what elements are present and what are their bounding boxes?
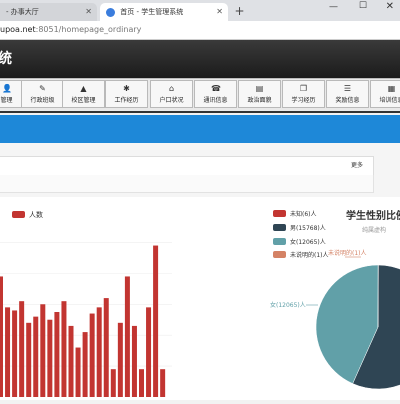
bar[interactable] xyxy=(104,298,109,397)
bar-series xyxy=(0,246,165,397)
nav-label: 学习经历 xyxy=(283,95,324,104)
bar[interactable] xyxy=(111,369,116,397)
notice-panel-header: 更多 xyxy=(0,156,374,176)
nav-item-political[interactable]: ▤ 政治面貌 xyxy=(238,80,281,108)
nav-item-work-history[interactable]: ✱ 工作经历 xyxy=(105,80,148,108)
bar[interactable] xyxy=(12,310,17,397)
chart-panel: 人数 未知(6)人 男(15768)人 女(12065)人 未说明的(1)人 学… xyxy=(0,197,400,400)
address-bar[interactable]: upoa.net:8051/homepage_ordinary xyxy=(0,21,400,40)
nav-item-household[interactable]: ⌂ 户口状况 xyxy=(150,80,193,108)
url-host: upoa.net xyxy=(0,25,36,34)
bar[interactable] xyxy=(97,307,102,397)
building-icon: ▲ xyxy=(79,84,88,93)
nav-label: 行政班级 xyxy=(22,95,63,104)
charts-svg: 人数 未知(6)人 男(15768)人 女(12065)人 未说明的(1)人 学… xyxy=(0,197,400,400)
edit-icon: ✎ xyxy=(38,84,47,93)
pie-legend-label: 男(15768)人 xyxy=(290,225,326,232)
training-icon: ▦ xyxy=(387,84,396,93)
nav-item-admin-class[interactable]: ✎ 行政班级 xyxy=(21,80,64,108)
user-icon: 👤 xyxy=(2,84,11,93)
bar[interactable] xyxy=(139,369,144,397)
pie-subtitle: 纯属虚构 xyxy=(362,226,386,234)
bar[interactable] xyxy=(61,301,66,397)
app-header xyxy=(0,40,400,78)
pie-slice-label-female: 女(12065)人 xyxy=(270,301,306,309)
document-icon: ▤ xyxy=(255,84,264,93)
nav-label: 工作经历 xyxy=(106,95,147,104)
nav-item-training[interactable]: ▦ 培训信息 xyxy=(370,80,400,108)
bar[interactable] xyxy=(19,301,24,397)
bar[interactable] xyxy=(153,246,158,397)
bar[interactable] xyxy=(54,312,59,397)
pie-legend-swatch-female[interactable] xyxy=(273,238,286,245)
bar[interactable] xyxy=(118,323,123,397)
app-logo-text: 统 xyxy=(0,48,12,68)
notice-panel-body xyxy=(0,175,374,193)
nav-label: 政治面貌 xyxy=(239,95,280,104)
tab-label: 首页 - 学生管理系统 xyxy=(120,8,183,16)
bar[interactable] xyxy=(33,317,38,397)
pie-legend-label: 女(12065)人 xyxy=(290,238,326,246)
bar[interactable] xyxy=(40,304,45,397)
page-favicon-icon xyxy=(106,8,115,17)
url-path: :8051/homepage_ordinary xyxy=(36,25,142,34)
pie-legend-swatch-male[interactable] xyxy=(273,224,286,231)
page-banner xyxy=(0,115,400,143)
nav-item-study-history[interactable]: ❐ 学习经历 xyxy=(282,80,325,108)
book-icon: ❐ xyxy=(299,84,308,93)
bar[interactable] xyxy=(146,307,151,397)
bar[interactable] xyxy=(5,307,10,397)
nav-label: 培训信息 xyxy=(371,95,400,104)
bar[interactable] xyxy=(47,320,52,397)
home-icon: ⌂ xyxy=(167,84,176,93)
nav-item-awards[interactable]: ☰ 奖励信息 xyxy=(326,80,369,108)
window-close-button[interactable]: ✕ xyxy=(386,1,394,12)
browser-tab-active[interactable]: 首页 - 学生管理系统 ✕ xyxy=(100,3,228,21)
bar[interactable] xyxy=(76,348,81,397)
nav-label: 奖励信息 xyxy=(327,95,368,104)
pie-legend-label: 未说明的(1)人 xyxy=(290,251,329,259)
window-maximize-button[interactable]: ☐ xyxy=(359,1,367,11)
close-icon[interactable]: ✕ xyxy=(85,3,92,21)
more-link[interactable]: 更多 xyxy=(351,160,363,169)
nav-item-campus[interactable]: ▲ 校区管理 xyxy=(62,80,105,108)
bar[interactable] xyxy=(90,314,95,397)
nav-label: 户口状况 xyxy=(151,95,192,104)
browser-tab-bar: - 办事大厅 ✕ 首页 - 学生管理系统 ✕ + — ☐ ✕ xyxy=(0,0,400,21)
pie-legend-swatch-unspecified[interactable] xyxy=(273,251,286,258)
bar[interactable] xyxy=(125,276,130,397)
gear-icon: ✱ xyxy=(122,84,131,93)
list-icon: ☰ xyxy=(343,84,352,93)
nav-item-contact[interactable]: ☎ 通讯信息 xyxy=(194,80,237,108)
new-tab-button[interactable]: + xyxy=(232,4,247,19)
bar[interactable] xyxy=(0,276,3,397)
window-minimize-button[interactable]: — xyxy=(329,2,338,12)
nav-label: 通讯信息 xyxy=(195,95,236,104)
bar[interactable] xyxy=(69,326,74,397)
bar-legend-label: 人数 xyxy=(29,210,43,219)
bar[interactable] xyxy=(26,323,31,397)
close-icon[interactable]: ✕ xyxy=(216,3,223,21)
pie-chart xyxy=(316,265,400,389)
pie-legend-label: 未知(6)人 xyxy=(290,210,317,218)
bar-legend-swatch[interactable] xyxy=(12,211,25,218)
nav-label: 校区管理 xyxy=(63,95,104,104)
phone-icon: ☎ xyxy=(211,84,220,93)
bar[interactable] xyxy=(83,332,88,397)
bar[interactable] xyxy=(160,369,165,397)
browser-tab[interactable]: - 办事大厅 ✕ xyxy=(0,3,97,21)
bar[interactable] xyxy=(132,326,137,397)
pie-title: 学生性别比例 xyxy=(346,209,400,222)
pie-slice-label-unspecified: 未说明的(1)人 xyxy=(328,249,367,257)
tab-label: - 办事大厅 xyxy=(0,8,39,16)
pie-legend-swatch-unknown[interactable] xyxy=(273,210,286,217)
